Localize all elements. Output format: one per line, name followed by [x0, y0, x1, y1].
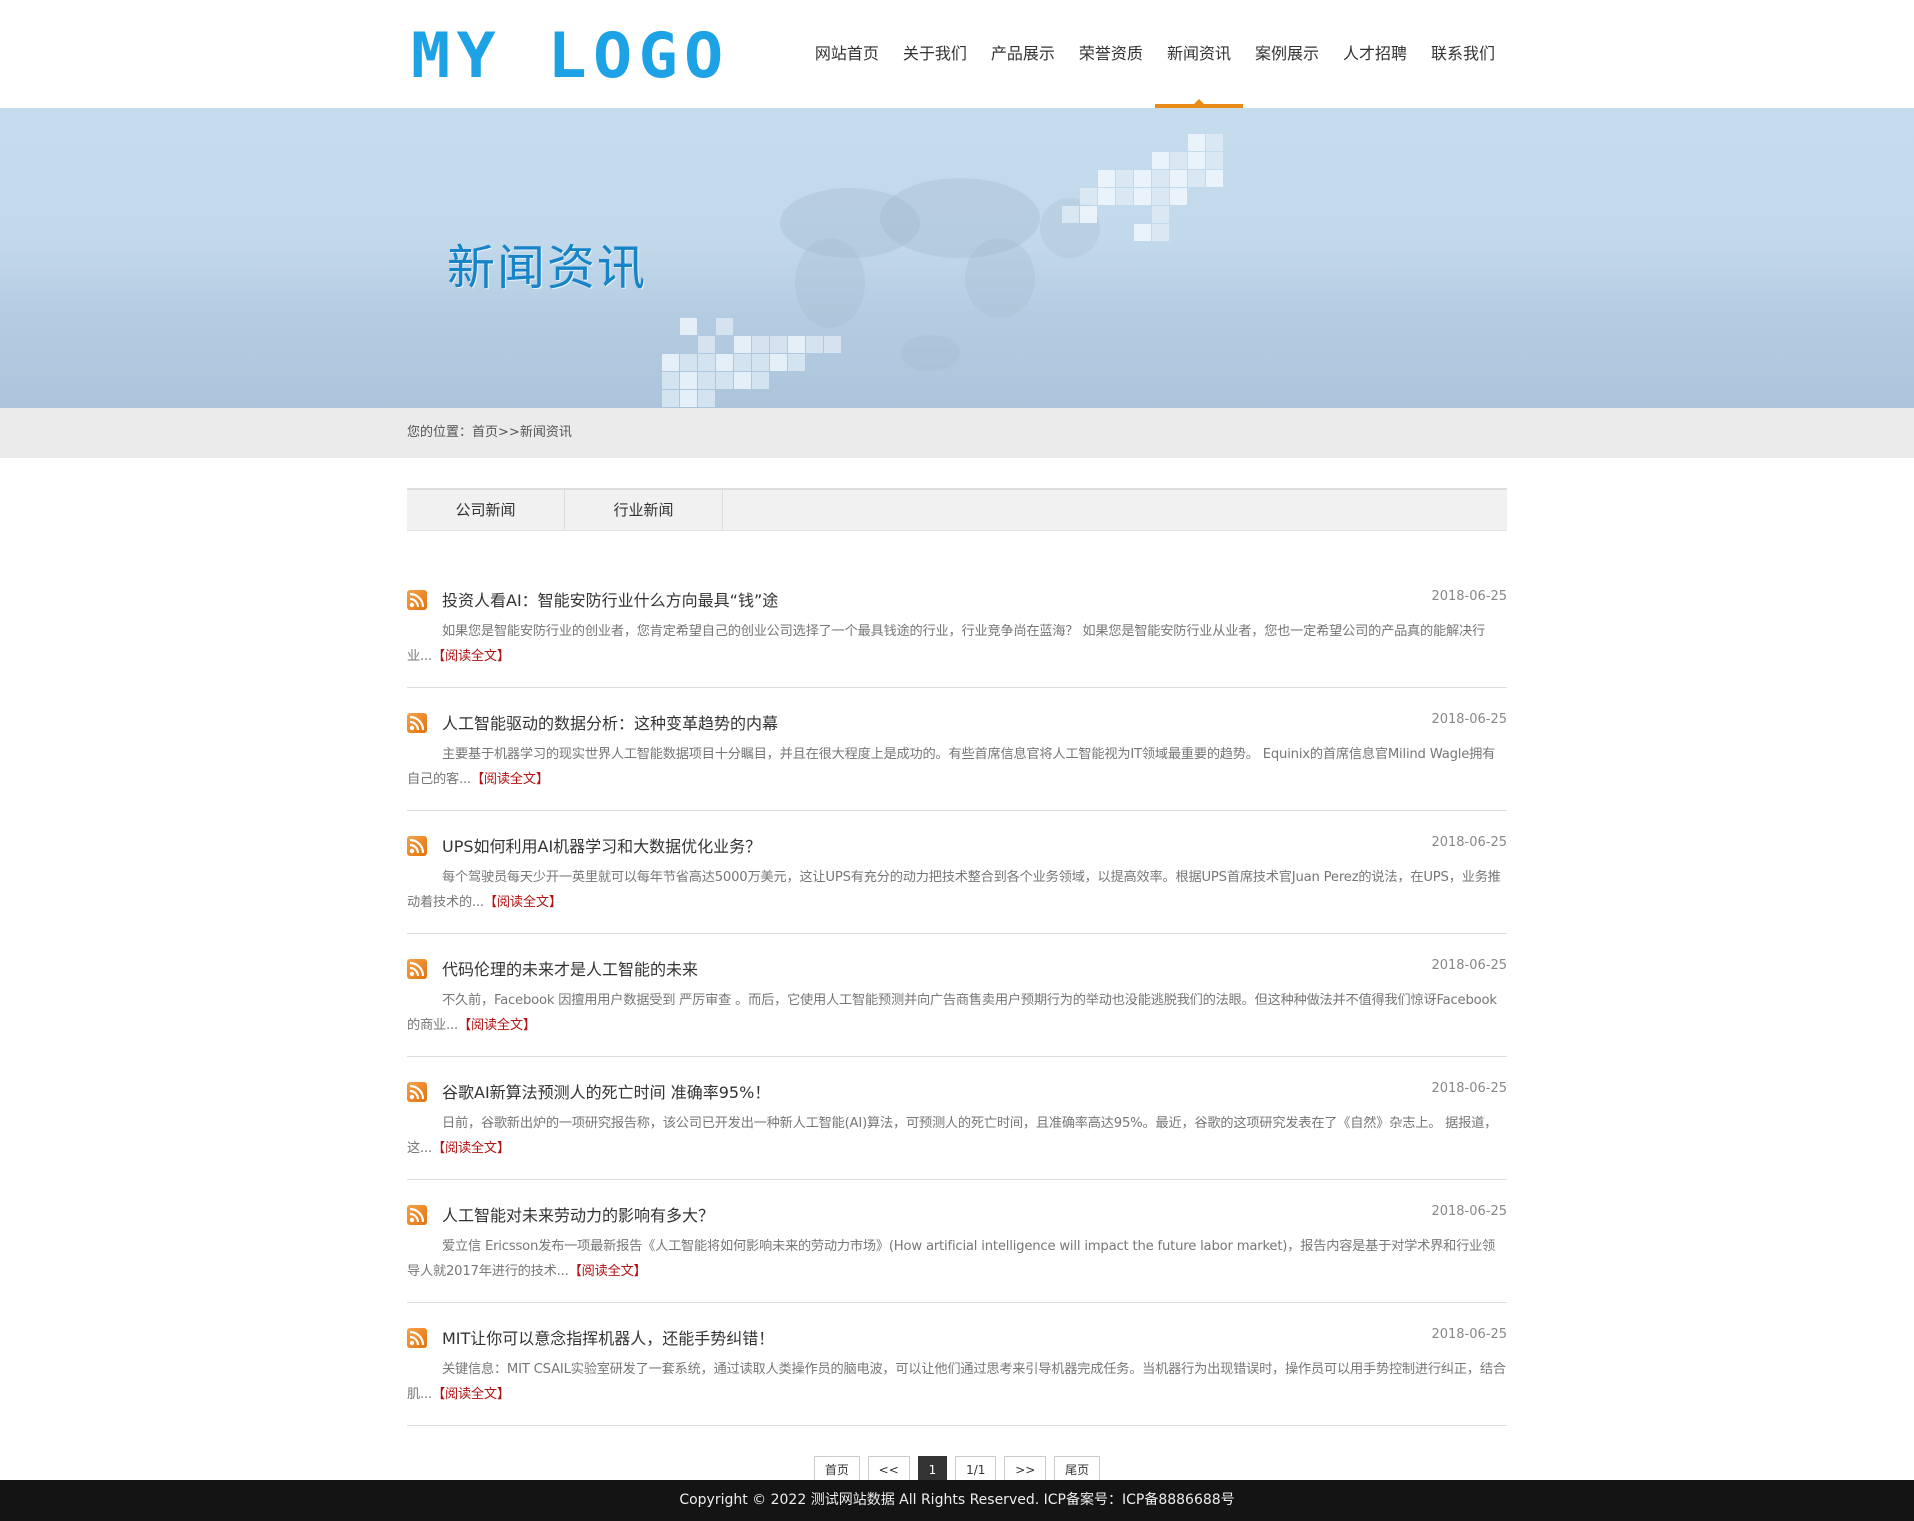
rss-icon — [407, 836, 427, 856]
footer-copyright: Copyright © 2022 测试网站数据 All Rights Reser… — [679, 1492, 1235, 1508]
main-nav: 网站首页 关于我们 产品展示 荣誉资质 新闻资讯 案例展示 人才招聘 联系我们 — [803, 0, 1507, 108]
read-more-link[interactable]: 【阅读全文】 — [484, 895, 562, 910]
read-more-link[interactable]: 【阅读全文】 — [471, 772, 549, 787]
nav-item-honors[interactable]: 荣誉资质 — [1067, 0, 1155, 108]
read-more-link[interactable]: 【阅读全文】 — [432, 649, 510, 664]
read-more-link[interactable]: 【阅读全文】 — [569, 1264, 647, 1279]
nav-item-home[interactable]: 网站首页 — [803, 0, 891, 108]
news-date: 2018-06-25 — [1431, 958, 1507, 973]
main-content: 公司新闻 行业新闻 投资人看AI：智能安防行业什么方向最具“钱”途 2018-0… — [407, 488, 1507, 1484]
news-title-link[interactable]: 人工智能驱动的数据分析：这种变革趋势的内幕 — [442, 710, 778, 734]
header: MY LOGO 网站首页 关于我们 产品展示 荣誉资质 新闻资讯 案例展示 人才… — [0, 0, 1914, 108]
news-summary: 如果您是智能安防行业的创业者，您肯定希望自己的创业公司选择了一个最具钱途的行业，… — [407, 619, 1507, 669]
news-date: 2018-06-25 — [1431, 1327, 1507, 1342]
nav-item-contact[interactable]: 联系我们 — [1419, 0, 1507, 108]
news-summary: 日前，谷歌新出炉的一项研究报告称，该公司已开发出一种新人工智能(AI)算法，可预… — [407, 1111, 1507, 1161]
read-more-link[interactable]: 【阅读全文】 — [432, 1387, 510, 1402]
rss-icon — [407, 713, 427, 733]
news-item: MIT让你可以意念指挥机器人，还能手势纠错！ 2018-06-25 关键信息：M… — [407, 1303, 1507, 1426]
breadcrumb-prefix: 您的位置： — [407, 425, 473, 440]
news-title-link[interactable]: MIT让你可以意念指挥机器人，还能手势纠错！ — [442, 1325, 774, 1349]
news-summary-text: 每个驾驶员每天少开一英里就可以每年节省高达5000万美元，这让UPS有充分的动力… — [407, 870, 1501, 910]
news-item: 投资人看AI：智能安防行业什么方向最具“钱”途 2018-06-25 如果您是智… — [407, 575, 1507, 688]
rss-icon — [407, 1205, 427, 1225]
nav-item-careers[interactable]: 人才招聘 — [1331, 0, 1419, 108]
news-item: UPS如何利用AI机器学习和大数据优化业务？ 2018-06-25 每个驾驶员每… — [407, 811, 1507, 934]
news-item: 谷歌AI新算法预测人的死亡时间 准确率95%！ 2018-06-25 日前，谷歌… — [407, 1057, 1507, 1180]
breadcrumb-current-link[interactable]: 新闻资讯 — [520, 425, 572, 440]
news-title-link[interactable]: 投资人看AI：智能安防行业什么方向最具“钱”途 — [442, 587, 778, 611]
read-more-link[interactable]: 【阅读全文】 — [458, 1018, 536, 1033]
news-item: 人工智能驱动的数据分析：这种变革趋势的内幕 2018-06-25 主要基于机器学… — [407, 688, 1507, 811]
nav-item-news[interactable]: 新闻资讯 — [1154, 0, 1243, 108]
read-more-link[interactable]: 【阅读全文】 — [432, 1141, 510, 1156]
news-summary: 每个驾驶员每天少开一英里就可以每年节省高达5000万美元，这让UPS有充分的动力… — [407, 865, 1507, 915]
site-logo[interactable]: MY LOGO — [411, 22, 729, 90]
news-item: 代码伦理的未来才是人工智能的未来 2018-06-25 不久前，Facebook… — [407, 934, 1507, 1057]
news-date: 2018-06-25 — [1431, 712, 1507, 727]
breadcrumb-bar: 您的位置：首页>>新闻资讯 — [0, 408, 1914, 458]
nav-item-about[interactable]: 关于我们 — [891, 0, 979, 108]
rss-icon — [407, 959, 427, 979]
tab-industry-news[interactable]: 行业新闻 — [565, 490, 723, 530]
news-summary-text: 主要基于机器学习的现实世界人工智能数据项目十分瞩目，并且在很大程度上是成功的。有… — [407, 747, 1496, 787]
news-title-link[interactable]: UPS如何利用AI机器学习和大数据优化业务？ — [442, 833, 761, 857]
news-summary-text: 关键信息：MIT CSAIL实验室研发了一套系统，通过读取人类操作员的脑电波，可… — [407, 1362, 1506, 1402]
news-date: 2018-06-25 — [1431, 1081, 1507, 1096]
news-item: 人工智能对未来劳动力的影响有多大？ 2018-06-25 爱立信 Ericsso… — [407, 1180, 1507, 1303]
footer: Copyright © 2022 测试网站数据 All Rights Reser… — [0, 1480, 1914, 1521]
news-summary-text: 如果您是智能安防行业的创业者，您肯定希望自己的创业公司选择了一个最具钱途的行业，… — [407, 624, 1485, 664]
rss-icon — [407, 1082, 427, 1102]
news-summary: 不久前，Facebook 因擅用用户数据受到 严厉审查 。而后，它使用人工智能预… — [407, 988, 1507, 1038]
news-summary: 关键信息：MIT CSAIL实验室研发了一套系统，通过读取人类操作员的脑电波，可… — [407, 1357, 1507, 1407]
banner-title: 新闻资讯 — [447, 240, 648, 296]
news-date: 2018-06-25 — [1431, 1204, 1507, 1219]
rss-icon — [407, 1328, 427, 1348]
breadcrumb-separator: >> — [498, 425, 520, 440]
breadcrumb-home-link[interactable]: 首页 — [472, 425, 498, 440]
news-summary: 主要基于机器学习的现实世界人工智能数据项目十分瞩目，并且在很大程度上是成功的。有… — [407, 742, 1507, 792]
tab-company-news[interactable]: 公司新闻 — [407, 490, 565, 530]
news-summary: 爱立信 Ericsson发布一项最新报告《人工智能将如何影响未来的劳动力市场》(… — [407, 1234, 1507, 1284]
breadcrumb: 您的位置：首页>>新闻资讯 — [407, 408, 1507, 458]
page-banner: 新闻资讯 — [0, 108, 1914, 408]
news-list: 投资人看AI：智能安防行业什么方向最具“钱”途 2018-06-25 如果您是智… — [407, 575, 1507, 1426]
rss-icon — [407, 590, 427, 610]
nav-item-products[interactable]: 产品展示 — [979, 0, 1067, 108]
news-summary-text: 不久前，Facebook 因擅用用户数据受到 严厉审查 。而后，它使用人工智能预… — [407, 993, 1497, 1033]
news-date: 2018-06-25 — [1431, 835, 1507, 850]
news-title-link[interactable]: 人工智能对未来劳动力的影响有多大？ — [442, 1202, 714, 1226]
category-tabs: 公司新闻 行业新闻 — [407, 488, 1507, 531]
news-title-link[interactable]: 谷歌AI新算法预测人的死亡时间 准确率95%！ — [442, 1079, 770, 1103]
nav-item-cases[interactable]: 案例展示 — [1243, 0, 1331, 108]
news-summary-text: 日前，谷歌新出炉的一项研究报告称，该公司已开发出一种新人工智能(AI)算法，可预… — [407, 1116, 1498, 1156]
news-date: 2018-06-25 — [1431, 589, 1507, 604]
news-title-link[interactable]: 代码伦理的未来才是人工智能的未来 — [442, 956, 698, 980]
